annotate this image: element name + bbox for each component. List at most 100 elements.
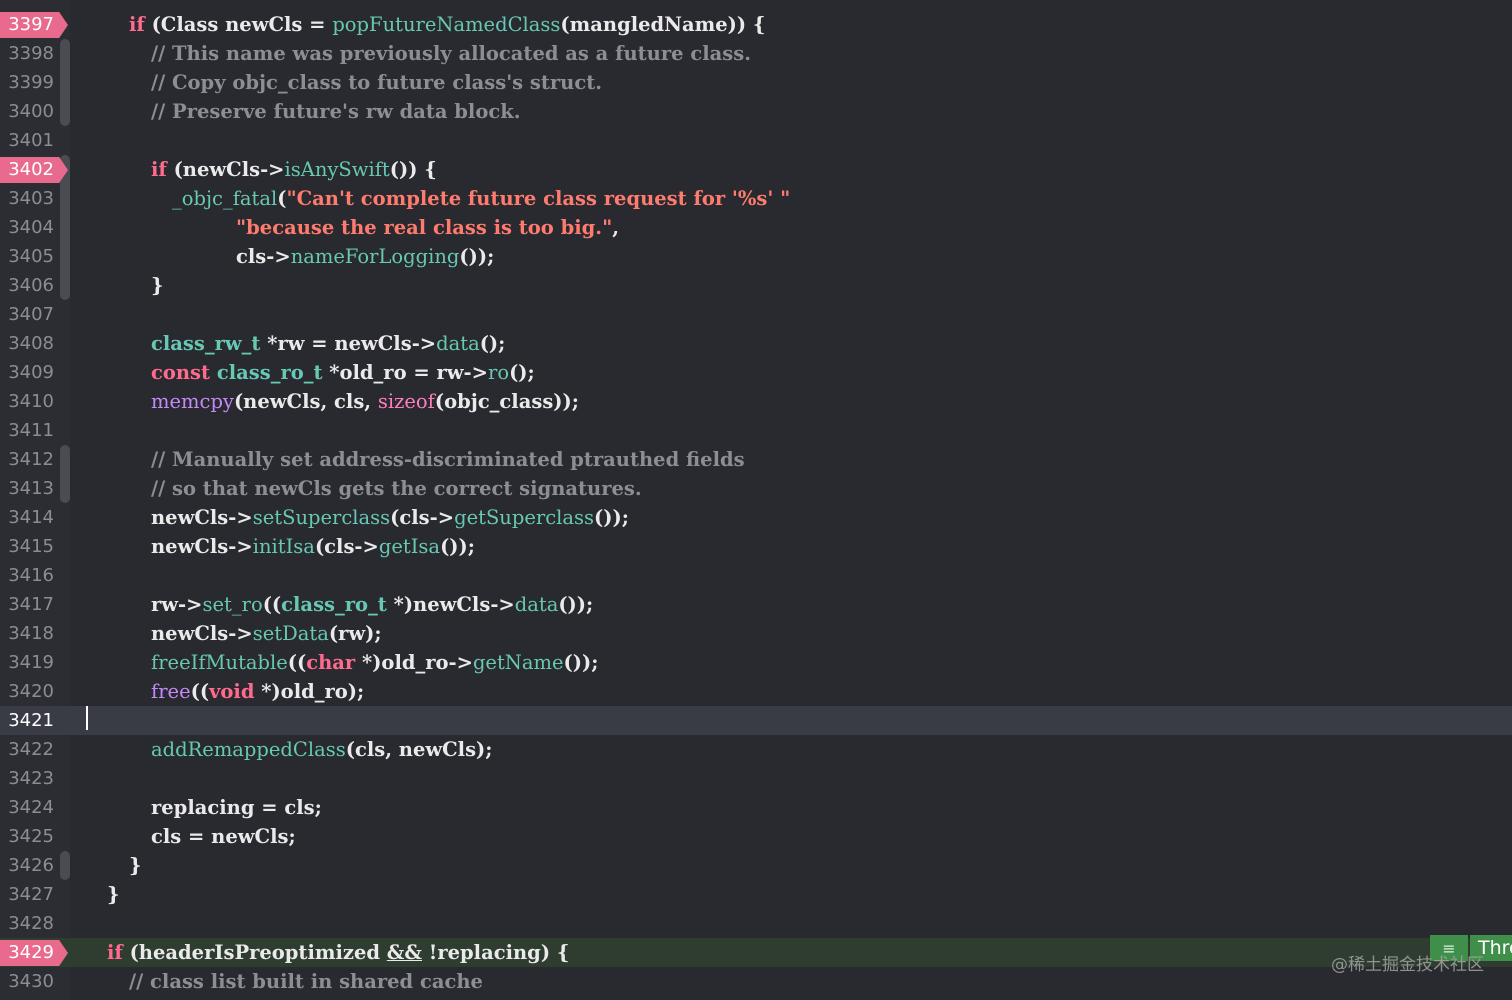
code-text[interactable]: newCls->initIsa(cls->getIsa());: [151, 532, 475, 561]
code-line[interactable]: 3410 memcpy(newCls, cls, sizeof(objc_clas…: [0, 387, 1512, 416]
line-number[interactable]: 3403: [0, 184, 54, 213]
code-line[interactable]: 3413 // so that newCls gets the correct s…: [0, 474, 1512, 503]
line-number[interactable]: 3426: [0, 851, 54, 880]
line-number[interactable]: 3428: [0, 909, 54, 938]
code-text[interactable]: if (newCls->isAnySwift()) {: [151, 155, 437, 184]
code-text[interactable]: // so that newCls gets the correct signa…: [151, 474, 642, 503]
line-number[interactable]: 3421: [0, 706, 54, 735]
code-text[interactable]: // Preserve future's rw data block.: [151, 97, 521, 126]
code-text[interactable]: _objc_fatal("Can't complete future class…: [172, 184, 790, 213]
line-number[interactable]: 3401: [0, 126, 54, 155]
code-line[interactable]: 3400 // Preserve future's rw data block.: [0, 97, 1512, 126]
code-line[interactable]: 3417 rw->set_ro((class_ro_t *)newCls->dat…: [0, 590, 1512, 619]
code-line[interactable]: 3411: [0, 416, 1512, 445]
code-text[interactable]: // class list built in shared cache: [129, 967, 483, 996]
line-number[interactable]: 3427: [0, 880, 54, 909]
line-number[interactable]: 3404: [0, 213, 54, 242]
code-line[interactable]: 3397 if (Class newCls = popFutureNamedCla…: [0, 10, 1512, 39]
fold-ribbon[interactable]: [60, 474, 70, 503]
code-text[interactable]: // Manually set address-discriminated pt…: [151, 445, 745, 474]
code-line[interactable]: 3415 newCls->initIsa(cls->getIsa());: [0, 532, 1512, 561]
code-line[interactable]: 3424 replacing = cls;: [0, 793, 1512, 822]
fold-ribbon[interactable]: [60, 445, 70, 474]
code-line[interactable]: 3399 // Copy objc_class to future class's…: [0, 68, 1512, 97]
line-number[interactable]: 3408: [0, 329, 54, 358]
code-text[interactable]: }: [129, 851, 142, 880]
line-number[interactable]: 3405: [0, 242, 54, 271]
code-text[interactable]: class_rw_t *rw = newCls->data();: [151, 329, 505, 358]
line-number[interactable]: 3406: [0, 271, 54, 300]
line-number[interactable]: 3422: [0, 735, 54, 764]
line-number[interactable]: 3415: [0, 532, 54, 561]
code-text[interactable]: if (headerIsPreoptimized && !replacing) …: [107, 938, 569, 967]
code-line[interactable]: 3430 // class list built in shared cache: [0, 967, 1512, 996]
code-line[interactable]: 3405 cls->nameForLogging());: [0, 242, 1512, 271]
code-line[interactable]: 3425 cls = newCls;: [0, 822, 1512, 851]
fold-ribbon[interactable]: [60, 242, 70, 271]
code-line[interactable]: 3426}: [0, 851, 1512, 880]
code-line[interactable]: 3422 addRemappedClass(cls, newCls);: [0, 735, 1512, 764]
code-line[interactable]: 3416: [0, 561, 1512, 590]
line-number[interactable]: 3424: [0, 793, 54, 822]
line-number[interactable]: 3419: [0, 648, 54, 677]
code-line[interactable]: 3418 newCls->setData(rw);: [0, 619, 1512, 648]
code-line[interactable]: 3423: [0, 764, 1512, 793]
code-text[interactable]: cls = newCls;: [151, 822, 296, 851]
line-number[interactable]: 3414: [0, 503, 54, 532]
line-number[interactable]: 3409: [0, 358, 54, 387]
code-line[interactable]: 3428: [0, 909, 1512, 938]
line-number[interactable]: 3412: [0, 445, 54, 474]
fold-ribbon[interactable]: [60, 184, 70, 213]
line-number[interactable]: 3400: [0, 97, 54, 126]
line-number[interactable]: 3423: [0, 764, 54, 793]
code-line[interactable]: 3412 // Manually set address-discriminate…: [0, 445, 1512, 474]
code-text[interactable]: addRemappedClass(cls, newCls);: [151, 735, 492, 764]
fold-ribbon[interactable]: [60, 39, 70, 68]
code-line[interactable]: 3409 const class_ro_t *old_ro = rw->ro();: [0, 358, 1512, 387]
line-number[interactable]: 3425: [0, 822, 54, 851]
code-line[interactable]: 3404 "because the real class is too big."…: [0, 213, 1512, 242]
code-text[interactable]: "because the real class is too big.",: [236, 213, 619, 242]
code-line[interactable]: 3398 // This name was previously allocate…: [0, 39, 1512, 68]
code-line[interactable]: 3419 freeIfMutable((char *)old_ro->getNam…: [0, 648, 1512, 677]
fold-ribbon[interactable]: [60, 213, 70, 242]
line-number[interactable]: 3398: [0, 39, 54, 68]
code-text[interactable]: cls->nameForLogging());: [236, 242, 494, 271]
code-text[interactable]: newCls->setData(rw);: [151, 619, 382, 648]
code-text[interactable]: const class_ro_t *old_ro = rw->ro();: [151, 358, 535, 387]
code-line[interactable]: 3414 newCls->setSuperclass(cls->getSuperc…: [0, 503, 1512, 532]
line-number[interactable]: 3399: [0, 68, 54, 97]
line-number[interactable]: 3397: [0, 10, 54, 39]
code-line[interactable]: 3420 free((void *)old_ro);: [0, 677, 1512, 706]
fold-ribbon[interactable]: [60, 271, 70, 300]
code-line[interactable]: 3401: [0, 126, 1512, 155]
code-text[interactable]: memcpy(newCls, cls, sizeof(objc_class));: [151, 387, 579, 416]
code-line[interactable]: 3429 if (headerIsPreoptimized && !replaci…: [0, 938, 1512, 967]
line-number[interactable]: 3411: [0, 416, 54, 445]
code-text[interactable]: // This name was previously allocated as…: [151, 39, 751, 68]
code-editor[interactable]: 3397 if (Class newCls = popFutureNamedCla…: [0, 0, 1512, 1000]
code-line[interactable]: 3421: [0, 706, 1512, 735]
code-line[interactable]: 3407: [0, 300, 1512, 329]
code-text[interactable]: }: [107, 880, 120, 909]
code-text[interactable]: replacing = cls;: [151, 793, 322, 822]
code-text[interactable]: if (Class newCls = popFutureNamedClass(m…: [129, 10, 765, 39]
fold-ribbon[interactable]: [60, 97, 70, 126]
line-number[interactable]: 3416: [0, 561, 54, 590]
code-text[interactable]: free((void *)old_ro);: [151, 677, 364, 706]
line-number[interactable]: 3418: [0, 619, 54, 648]
code-line[interactable]: 3427}: [0, 880, 1512, 909]
line-number[interactable]: 3407: [0, 300, 54, 329]
code-text[interactable]: }: [151, 271, 164, 300]
code-text[interactable]: // Copy objc_class to future class's str…: [151, 68, 602, 97]
code-text[interactable]: rw->set_ro((class_ro_t *)newCls->data())…: [151, 590, 593, 619]
code-line[interactable]: 3406}: [0, 271, 1512, 300]
fold-ribbon[interactable]: [60, 851, 70, 880]
line-number[interactable]: 3429: [0, 938, 54, 967]
code-line[interactable]: 3403 _objc_fatal("Can't complete future c…: [0, 184, 1512, 213]
line-number[interactable]: 3417: [0, 590, 54, 619]
code-line[interactable]: 3408 class_rw_t *rw = newCls->data();: [0, 329, 1512, 358]
code-line[interactable]: 3402 if (newCls->isAnySwift()) {: [0, 155, 1512, 184]
code-text[interactable]: freeIfMutable((char *)old_ro->getName())…: [151, 648, 598, 677]
line-number[interactable]: 3410: [0, 387, 54, 416]
